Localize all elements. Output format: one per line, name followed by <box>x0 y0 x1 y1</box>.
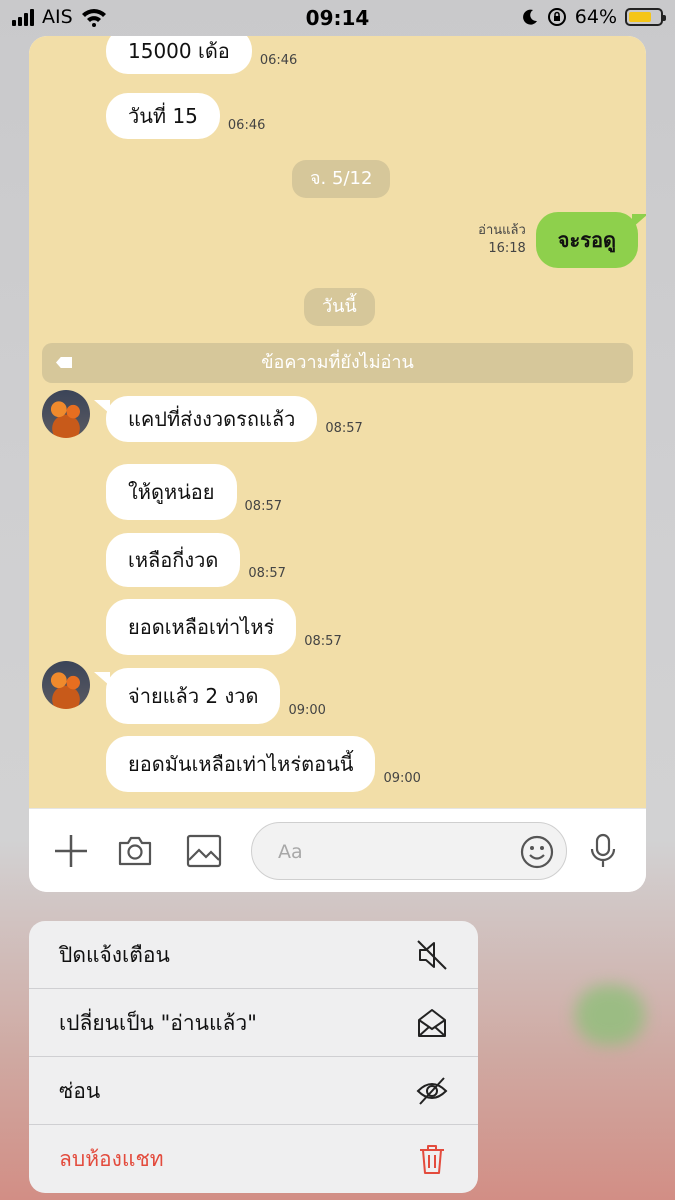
message-item[interactable]: วันที่ 15 06:46 <box>106 93 265 139</box>
menu-item-label: ซ่อน <box>59 1079 101 1103</box>
moon-icon <box>522 9 537 25</box>
read-status: อ่านแล้ว <box>478 223 526 238</box>
battery-percent: 64% <box>574 6 617 28</box>
chat-preview[interactable]: 15000 เด้อ 06:46 วันที่ 15 06:46 จ. 5/12… <box>29 36 646 892</box>
menu-item-mark-read[interactable]: เปลี่ยนเป็น "อ่านแล้ว" <box>29 989 478 1057</box>
unread-label: ข้อความที่ยังไม่อ่าน <box>261 352 414 373</box>
menu-item-label: ปิดแจ้งเตือน <box>59 943 170 967</box>
message-time: 06:46 <box>259 53 298 68</box>
message-bubble: ให้ดูหน่อย <box>106 464 237 520</box>
sent-bubble: จะรอดู <box>535 212 646 268</box>
message-item[interactable]: เหลือกี่งวด 08:57 <box>106 533 286 587</box>
message-input[interactable] <box>276 823 510 881</box>
message-time: 09:00 <box>383 771 421 786</box>
orientation-lock-icon <box>547 8 566 26</box>
avatar[interactable] <box>42 390 90 438</box>
message-item[interactable]: ให้ดูหน่อย 08:57 <box>106 464 282 520</box>
message-item[interactable]: 15000 เด้อ 06:46 <box>106 36 297 74</box>
read-receipt: อ่านแล้ว 16:18 <box>478 222 526 258</box>
message-item[interactable]: ยอดเหลือเท่าไหร่ 08:57 <box>106 599 342 655</box>
message-bubble: เหลือกี่งวด <box>106 533 241 587</box>
date-separator: จ. 5/12 <box>292 160 391 198</box>
image-icon[interactable] <box>186 833 222 869</box>
mute-icon <box>417 940 447 970</box>
emoji-icon[interactable] <box>520 835 554 869</box>
chat-messages[interactable]: 15000 เด้อ 06:46 วันที่ 15 06:46 จ. 5/12… <box>29 36 646 808</box>
menu-item-mute[interactable]: ปิดแจ้งเตือน <box>29 921 478 989</box>
unread-divider: ข้อความที่ยังไม่อ่าน <box>42 343 633 383</box>
message-item[interactable]: แคปที่ส่งงวดรถแล้ว 08:57 <box>93 396 363 442</box>
menu-item-delete-chat[interactable]: ลบห้องแชท <box>29 1125 478 1193</box>
trash-icon <box>420 1145 444 1174</box>
message-bubble: วันที่ 15 <box>106 93 220 139</box>
message-bubble: ยอดเหลือเท่าไหร่ <box>106 599 297 655</box>
camera-icon[interactable] <box>117 833 153 869</box>
menu-item-label: ลบห้องแชท <box>59 1147 164 1171</box>
menu-item-hide[interactable]: ซ่อน <box>29 1057 478 1125</box>
message-input-box[interactable] <box>251 822 567 881</box>
message-bubble: จ่ายแล้ว 2 งวด <box>93 668 281 724</box>
message-time: 06:46 <box>227 118 266 133</box>
open-envelope-icon <box>418 1009 446 1037</box>
microphone-icon[interactable] <box>585 833 621 869</box>
eye-slash-icon <box>416 1077 448 1105</box>
message-item[interactable]: ยอดมันเหลือเท่าไหร่ตอนนี้ 09:00 <box>106 736 421 792</box>
battery-icon <box>625 8 666 26</box>
sent-message[interactable]: อ่านแล้ว 16:18 จะรอดู <box>478 212 646 268</box>
message-bubble: แคปที่ส่งงวดรถแล้ว <box>93 396 318 442</box>
tag-icon <box>56 357 72 368</box>
message-time: 08:57 <box>325 421 363 436</box>
message-time: 08:57 <box>248 566 286 581</box>
message-time: 08:57 <box>244 499 282 514</box>
plus-icon[interactable] <box>53 833 89 869</box>
message-time: 08:57 <box>304 634 342 649</box>
background-blur <box>575 985 645 1045</box>
context-menu: ปิดแจ้งเตือน เปลี่ยนเป็น "อ่านแล้ว" ซ่อน… <box>29 921 478 1193</box>
date-separator: วันนี้ <box>304 288 375 326</box>
message-bubble: ยอดมันเหลือเท่าไหร่ตอนนี้ <box>106 736 376 792</box>
message-item[interactable]: จ่ายแล้ว 2 งวด 09:00 <box>93 668 326 724</box>
message-time: 09:00 <box>288 703 326 718</box>
sent-time: 16:18 <box>488 241 526 256</box>
message-bubble: 15000 เด้อ <box>106 36 252 74</box>
avatar[interactable] <box>42 661 90 709</box>
status-bar: AIS 09:14 64% <box>0 0 675 36</box>
input-bar <box>29 808 646 892</box>
menu-item-label: เปลี่ยนเป็น "อ่านแล้ว" <box>59 1011 257 1035</box>
